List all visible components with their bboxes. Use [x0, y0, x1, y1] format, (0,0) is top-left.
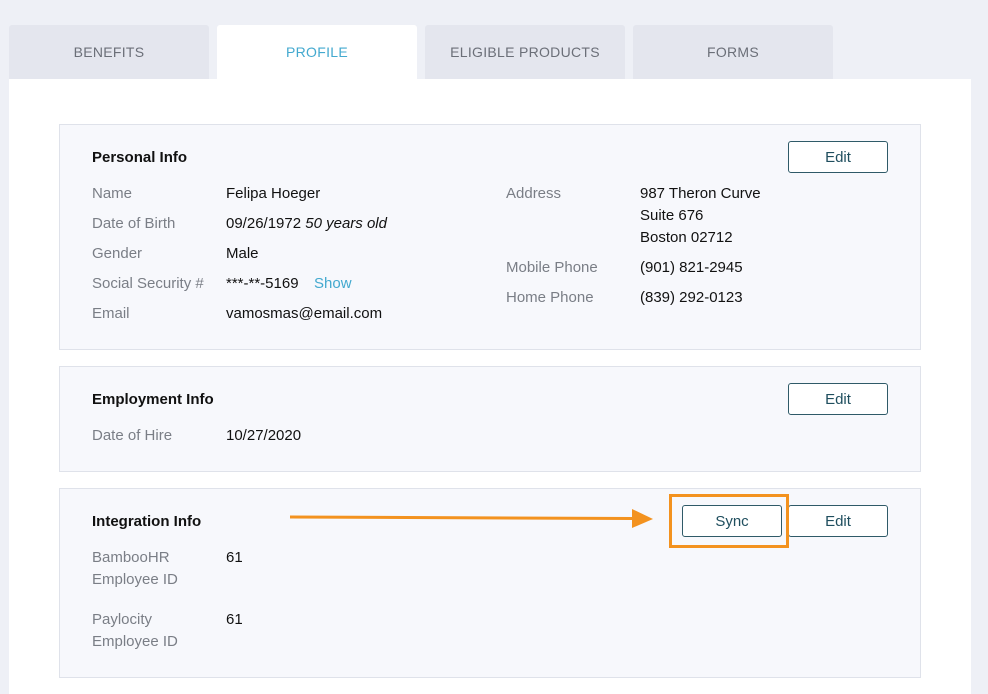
age-value: 50 years old [305, 215, 387, 232]
ssn-show-link[interactable]: Show [314, 273, 352, 295]
employment-info-title: Employment Info [92, 391, 214, 408]
bamboohr-label-line-1: BambooHR [92, 549, 170, 566]
personal-info-card: Personal Info Edit Name Felipa Hoeger Da… [59, 124, 921, 350]
gender-label: Gender [92, 245, 143, 262]
mobile-phone-label: Mobile Phone [506, 259, 598, 276]
mobile-phone-value: (901) 821-2945 [640, 259, 743, 276]
gender-value: Male [226, 245, 259, 262]
paylocity-label-line-1: Paylocity [92, 611, 153, 628]
tab-profile[interactable]: PROFILE [217, 25, 417, 79]
email-label: Email [92, 305, 130, 322]
ssn-value: ***-**-5169 [226, 275, 299, 292]
address-label: Address [506, 185, 562, 202]
sync-highlight-box [669, 494, 789, 548]
integration-info-title: Integration Info [92, 513, 202, 530]
date-of-hire-label: Date of Hire [92, 427, 173, 444]
name-value: Felipa Hoeger [226, 185, 321, 202]
address-line-2: Suite 676 [640, 207, 704, 224]
dob-field: 09/26/1972 50 years old [226, 213, 387, 235]
name-label: Name [92, 185, 133, 202]
employment-info-edit-button[interactable]: Edit [788, 383, 888, 415]
dob-value: 09/26/1972 [226, 215, 302, 232]
profile-panel: Personal Info Edit Name Felipa Hoeger Da… [9, 79, 971, 694]
personal-info-edit-button[interactable]: Edit [788, 141, 888, 173]
home-phone-value: (839) 292-0123 [640, 289, 743, 306]
home-phone-label: Home Phone [506, 289, 594, 306]
employment-info-card: Employment Info Edit Date of Hire 10/27/… [59, 366, 921, 472]
dob-label: Date of Birth [92, 215, 176, 232]
tab-eligible-products[interactable]: ELIGIBLE PRODUCTS [425, 25, 625, 79]
integration-info-edit-button[interactable]: Edit [788, 505, 888, 537]
ssn-label: Social Security # [92, 275, 204, 292]
date-of-hire-value: 10/27/2020 [226, 427, 302, 444]
personal-info-title: Personal Info [92, 149, 188, 166]
paylocity-label-line-2: Employee ID [92, 633, 178, 650]
tab-benefits[interactable]: BENEFITS [9, 25, 209, 79]
address-line-3: Boston 02712 [640, 229, 733, 246]
bamboohr-label-line-2: Employee ID [92, 571, 178, 588]
tab-forms[interactable]: FORMS [633, 25, 833, 79]
address-line-1: 987 Theron Curve [640, 185, 761, 202]
annotation-arrow-icon [290, 509, 653, 528]
paylocity-employee-id-value: 61 [226, 611, 243, 628]
bamboohr-employee-id-value: 61 [226, 549, 243, 566]
email-value: vamosmas@email.com [226, 305, 383, 322]
